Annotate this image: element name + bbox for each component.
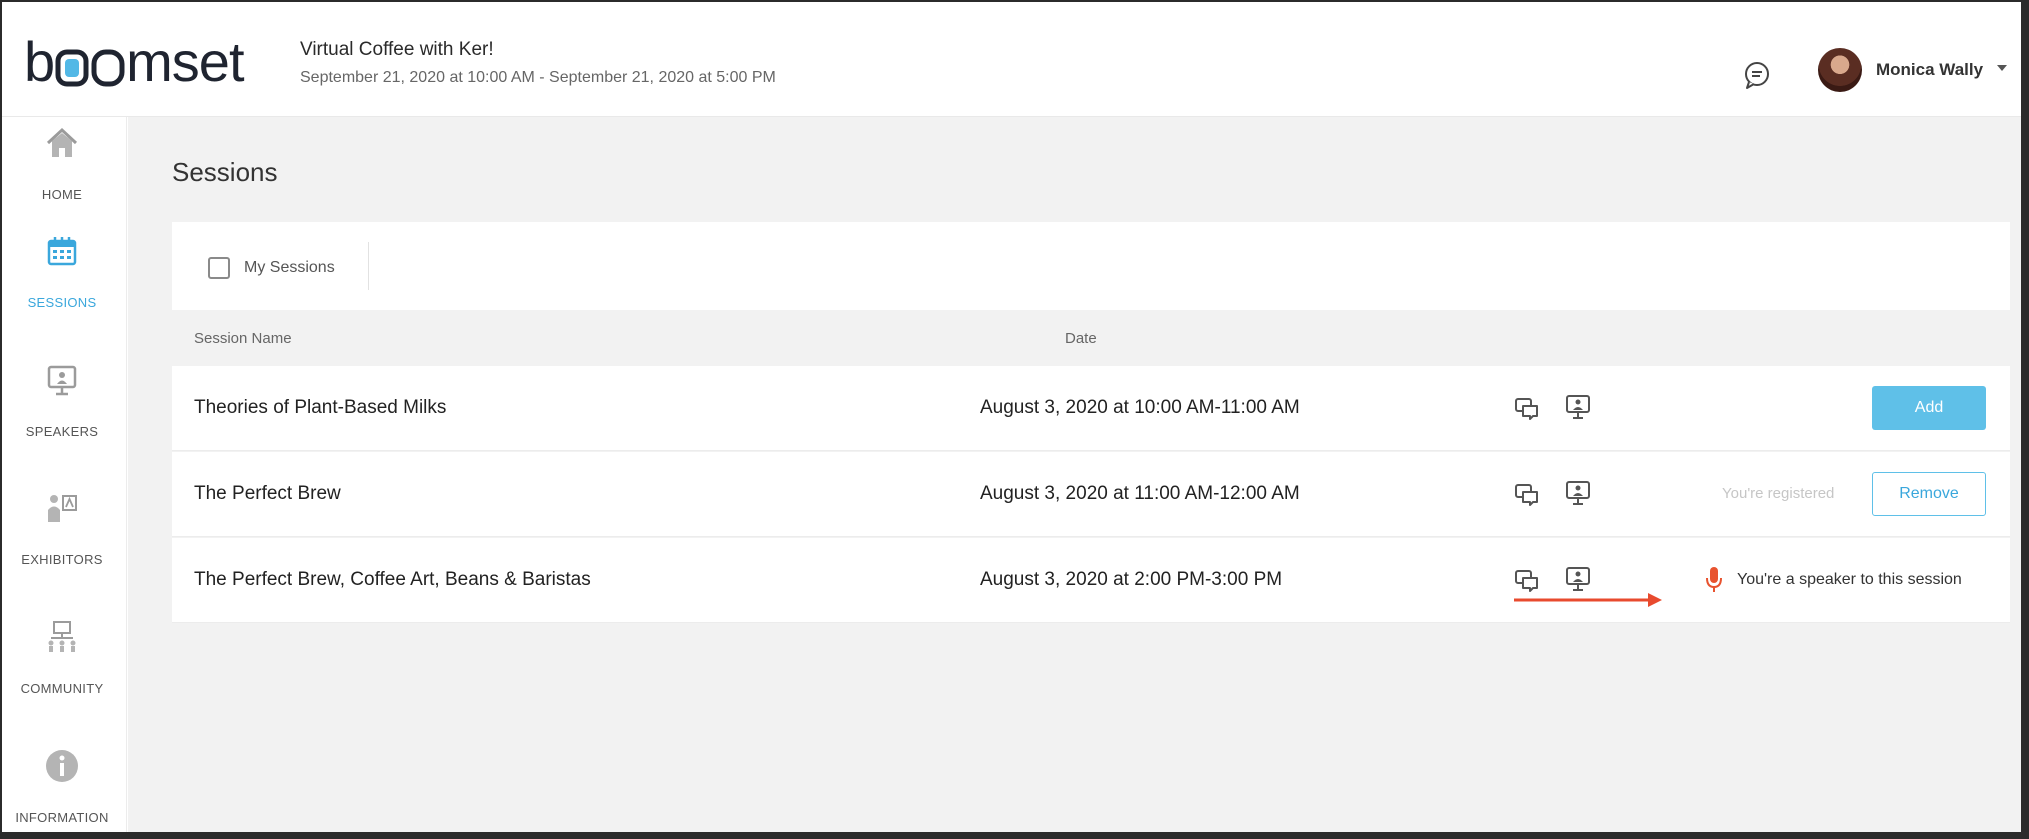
registered-status: You're registered xyxy=(1722,485,1835,502)
logo-o-icon xyxy=(55,49,89,87)
session-name[interactable]: Theories of Plant-Based Milks xyxy=(194,397,446,419)
event-title: Virtual Coffee with Ker! xyxy=(300,39,494,60)
chat-icon[interactable] xyxy=(1514,482,1540,506)
main-content: Sessions My Sessions Session Name Date T… xyxy=(128,117,2021,832)
sessions-table: My Sessions Session Name Date Theories o… xyxy=(172,222,2010,623)
filter-divider xyxy=(368,242,369,290)
sidebar-item-home[interactable]: HOME xyxy=(2,125,122,225)
logo-o-icon-2 xyxy=(91,49,125,87)
event-dates: September 21, 2020 at 10:00 AM - Septemb… xyxy=(300,69,776,86)
sidebar-item-speakers[interactable]: SPEAKERS xyxy=(2,362,122,462)
session-date: August 3, 2020 at 2:00 PM-3:00 PM xyxy=(980,569,1283,590)
logo-text-start: b xyxy=(24,30,55,93)
community-icon xyxy=(48,621,76,652)
add-session-button[interactable]: Add xyxy=(1872,386,1986,430)
chat-icon[interactable] xyxy=(1514,568,1540,592)
chat-icon[interactable] xyxy=(1514,396,1540,420)
avatar[interactable] xyxy=(1818,48,1862,92)
sidebar-item-sessions[interactable]: SESSIONS xyxy=(2,233,122,333)
session-date: August 3, 2020 at 10:00 AM-11:00 AM xyxy=(980,397,1300,418)
table-row[interactable]: Theories of Plant-Based Milks August 3, … xyxy=(172,366,2010,451)
table-row[interactable]: The Perfect Brew, Coffee Art, Beans & Ba… xyxy=(172,538,2010,623)
table-row[interactable]: The Perfect Brew August 3, 2020 at 11:00… xyxy=(172,452,2010,537)
calendar-icon xyxy=(47,237,77,266)
caret-down-icon[interactable] xyxy=(1997,65,2007,71)
top-header: b mset Virtual Coffee with Ker! Septembe… xyxy=(2,2,2021,117)
sidebar-item-label: HOME xyxy=(41,187,83,202)
sidebar-item-label: EXHIBITORS xyxy=(21,552,103,567)
boomset-logo[interactable]: b mset xyxy=(24,30,245,93)
presentation-icon xyxy=(47,365,77,396)
sidebar-item-information[interactable]: INFORMATION xyxy=(2,748,122,832)
filter-bar: My Sessions xyxy=(172,222,2010,310)
sidebar-item-label: SPEAKERS xyxy=(25,424,99,439)
speaker-status: You're a speaker to this session xyxy=(1737,571,1962,588)
remove-session-button[interactable]: Remove xyxy=(1872,472,1986,516)
column-header-session-name[interactable]: Session Name xyxy=(194,330,292,347)
sidebar-item-label: COMMUNITY xyxy=(20,681,104,696)
info-icon xyxy=(46,750,78,782)
sidebar-item-exhibitors[interactable]: EXHIBITORS xyxy=(2,490,122,590)
table-header: Session Name Date xyxy=(172,310,2010,366)
home-icon xyxy=(46,127,78,157)
session-date: August 3, 2020 at 11:00 AM-12:00 AM xyxy=(980,483,1300,504)
page-title: Sessions xyxy=(172,157,278,187)
user-name[interactable]: Monica Wally xyxy=(1876,60,1983,80)
presentation-icon[interactable] xyxy=(1565,566,1591,592)
exhibitor-icon xyxy=(48,495,77,522)
sidebar-item-label: INFORMATION xyxy=(15,810,109,825)
sidebar: HOME SESSIONS SPEAKERS EXHIBITORS COMMUN… xyxy=(2,117,127,832)
sidebar-item-community[interactable]: COMMUNITY xyxy=(2,619,122,719)
my-sessions-checkbox[interactable] xyxy=(208,257,230,279)
presentation-icon[interactable] xyxy=(1565,480,1591,506)
sidebar-item-label: SESSIONS xyxy=(27,295,97,310)
session-name[interactable]: The Perfect Brew xyxy=(194,483,341,505)
my-sessions-label[interactable]: My Sessions xyxy=(244,259,335,277)
column-header-date[interactable]: Date xyxy=(1065,330,1097,347)
chat-bubble-icon[interactable] xyxy=(1742,60,1772,90)
presentation-icon[interactable] xyxy=(1565,394,1591,420)
app-window: b mset Virtual Coffee with Ker! Septembe… xyxy=(2,2,2021,832)
logo-text-end: mset xyxy=(126,30,244,93)
microphone-icon xyxy=(1706,567,1722,592)
annotation-arrow-icon xyxy=(1514,593,1662,607)
session-name[interactable]: The Perfect Brew, Coffee Art, Beans & Ba… xyxy=(194,569,591,591)
